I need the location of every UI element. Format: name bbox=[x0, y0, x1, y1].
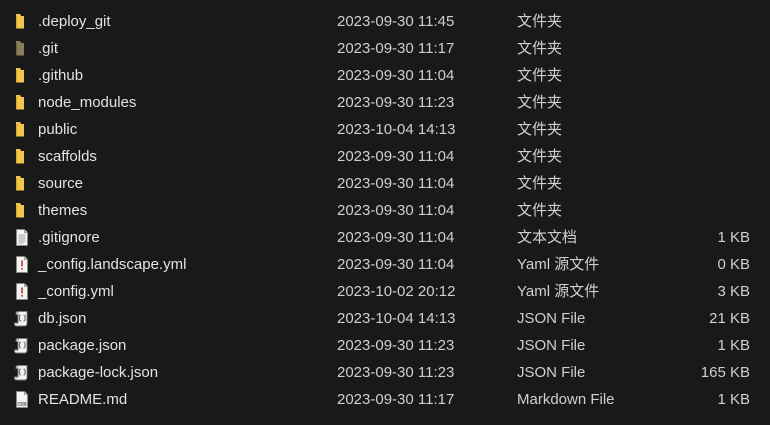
file-row[interactable]: package.json 2023-09-30 11:23 JSON File … bbox=[0, 332, 770, 359]
folder-icon bbox=[13, 201, 31, 220]
file-type: JSON File bbox=[517, 337, 586, 354]
file-row[interactable]: package-lock.json 2023-09-30 11:23 JSON … bbox=[0, 359, 770, 386]
file-size: 165 KB bbox=[700, 364, 750, 381]
file-name: .git bbox=[38, 40, 59, 57]
file-row[interactable]: node_modules 2023-09-30 11:23 文件夹 bbox=[0, 89, 770, 116]
file-name: scaffolds bbox=[38, 148, 97, 165]
yaml-file-icon bbox=[13, 282, 31, 301]
folder-icon bbox=[13, 174, 31, 193]
file-date-modified: 2023-09-30 11:04 bbox=[337, 202, 455, 219]
file-list: .deploy_git 2023-09-30 11:45 文件夹 .git 20… bbox=[0, 0, 770, 425]
file-row[interactable]: _config.yml 2023-10-02 20:12 Yaml 源文件 3 … bbox=[0, 278, 770, 305]
file-type: 文件夹 bbox=[517, 148, 563, 165]
file-name: node_modules bbox=[38, 94, 137, 111]
file-row[interactable]: themes 2023-09-30 11:04 文件夹 bbox=[0, 197, 770, 224]
file-row[interactable]: .github 2023-09-30 11:04 文件夹 bbox=[0, 62, 770, 89]
file-date-modified: 2023-09-30 11:04 bbox=[337, 148, 455, 165]
file-date-modified: 2023-10-02 20:12 bbox=[337, 283, 456, 300]
svg-text:M↓: M↓ bbox=[18, 402, 24, 406]
file-row[interactable]: source 2023-09-30 11:04 文件夹 bbox=[0, 170, 770, 197]
file-date-modified: 2023-09-30 11:23 bbox=[337, 337, 455, 354]
yaml-file-icon bbox=[13, 255, 31, 274]
file-type: Yaml 源文件 bbox=[517, 256, 600, 273]
folder-icon bbox=[13, 12, 31, 31]
file-type: Markdown File bbox=[517, 391, 615, 408]
file-date-modified: 2023-09-30 11:17 bbox=[337, 391, 455, 408]
git-folder-icon bbox=[13, 39, 31, 58]
file-name: _config.yml bbox=[38, 283, 114, 300]
file-size: 1 KB bbox=[717, 391, 750, 408]
folder-icon bbox=[13, 120, 31, 139]
file-name: db.json bbox=[38, 310, 87, 327]
file-date-modified: 2023-09-30 11:45 bbox=[337, 13, 455, 30]
file-name: themes bbox=[38, 202, 88, 219]
file-type: 文本文档 bbox=[517, 229, 578, 246]
folder-icon bbox=[13, 66, 31, 85]
file-date-modified: 2023-09-30 11:04 bbox=[337, 229, 455, 246]
file-type: 文件夹 bbox=[517, 175, 563, 192]
markdown-file-icon: M↓ bbox=[13, 390, 31, 409]
file-date-modified: 2023-09-30 11:23 bbox=[337, 94, 455, 111]
file-row[interactable]: .deploy_git 2023-09-30 11:45 文件夹 bbox=[0, 8, 770, 35]
file-name: public bbox=[38, 121, 78, 138]
file-row[interactable]: scaffolds 2023-09-30 11:04 文件夹 bbox=[0, 143, 770, 170]
file-row[interactable]: public 2023-10-04 14:13 文件夹 bbox=[0, 116, 770, 143]
file-size: 21 KB bbox=[709, 310, 750, 327]
file-size: 1 KB bbox=[717, 337, 750, 354]
file-type: 文件夹 bbox=[517, 94, 563, 111]
file-name: .github bbox=[38, 67, 84, 84]
file-type: 文件夹 bbox=[517, 121, 563, 138]
file-row[interactable]: .gitignore 2023-09-30 11:04 文本文档 1 KB bbox=[0, 224, 770, 251]
folder-icon bbox=[13, 93, 31, 112]
file-name: package-lock.json bbox=[38, 364, 159, 381]
file-date-modified: 2023-09-30 11:04 bbox=[337, 256, 455, 273]
file-date-modified: 2023-09-30 11:17 bbox=[337, 40, 455, 57]
file-size: 3 KB bbox=[717, 283, 750, 300]
file-row[interactable]: db.json 2023-10-04 14:13 JSON File 21 KB bbox=[0, 305, 770, 332]
file-date-modified: 2023-09-30 11:04 bbox=[337, 175, 455, 192]
file-name: source bbox=[38, 175, 84, 192]
json-file-icon bbox=[13, 309, 31, 328]
file-size: 1 KB bbox=[717, 229, 750, 246]
file-row[interactable]: .git 2023-09-30 11:17 文件夹 bbox=[0, 35, 770, 62]
file-type: 文件夹 bbox=[517, 40, 563, 57]
file-date-modified: 2023-09-30 11:04 bbox=[337, 67, 455, 84]
json-file-icon bbox=[13, 336, 31, 355]
file-row[interactable]: M↓ README.md 2023-09-30 11:17 Markdown F… bbox=[0, 386, 770, 413]
file-name: package.json bbox=[38, 337, 127, 354]
text-document-icon bbox=[13, 228, 31, 247]
file-type: 文件夹 bbox=[517, 202, 563, 219]
file-name: README.md bbox=[38, 391, 128, 408]
file-row[interactable]: _config.landscape.yml 2023-09-30 11:04 Y… bbox=[0, 251, 770, 278]
file-type: Yaml 源文件 bbox=[517, 283, 600, 300]
json-file-icon bbox=[13, 363, 31, 382]
file-date-modified: 2023-09-30 11:23 bbox=[337, 364, 455, 381]
file-type: JSON File bbox=[517, 364, 586, 381]
file-type: 文件夹 bbox=[517, 13, 563, 30]
file-name: .deploy_git bbox=[38, 13, 111, 30]
file-size: 0 KB bbox=[717, 256, 750, 273]
file-type: 文件夹 bbox=[517, 67, 563, 84]
file-date-modified: 2023-10-04 14:13 bbox=[337, 310, 456, 327]
file-name: .gitignore bbox=[38, 229, 100, 246]
file-date-modified: 2023-10-04 14:13 bbox=[337, 121, 456, 138]
file-name: _config.landscape.yml bbox=[38, 256, 187, 273]
file-type: JSON File bbox=[517, 310, 586, 327]
folder-icon bbox=[13, 147, 31, 166]
